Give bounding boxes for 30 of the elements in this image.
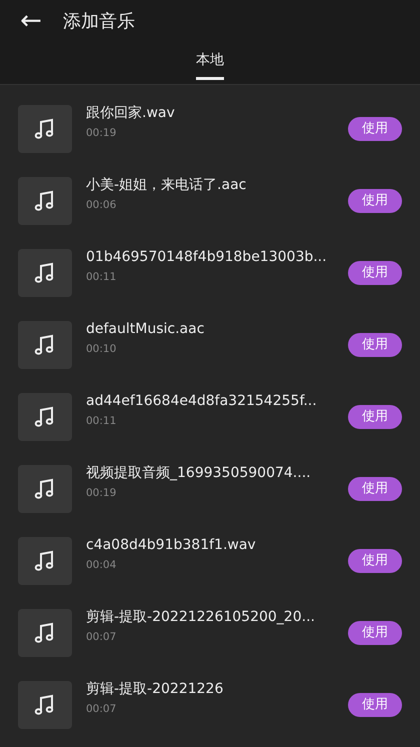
back-button[interactable]: ← — [18, 8, 44, 34]
use-button[interactable]: 使用 — [348, 189, 402, 213]
use-button[interactable]: 使用 — [348, 621, 402, 645]
track-name: 跟你回家.wav — [86, 105, 176, 122]
use-button[interactable]: 使用 — [348, 477, 402, 501]
track-name: 剪辑-提取-20221226 — [86, 681, 224, 698]
tab[interactable]: 本地 — [196, 42, 224, 80]
track-name: 01b469570148f4b918be13003b... — [86, 249, 328, 266]
track-duration: 00:11 — [86, 414, 118, 429]
track-name: 小美-姐姐，来电话了.aac — [86, 177, 248, 194]
track-duration: 00:19 — [86, 126, 118, 141]
track-name: ad44ef16684e4d8fa32154255f... — [86, 393, 318, 410]
use-button[interactable]: 使用 — [348, 261, 402, 285]
track-duration: 00:19 — [86, 486, 118, 501]
track-name: defaultMusic.aac — [86, 321, 206, 338]
use-button[interactable]: 使用 — [348, 549, 402, 573]
use-button[interactable]: 使用 — [348, 693, 402, 717]
track-name: c4a08d4b91b381f1.wav — [86, 537, 257, 554]
track-duration: 00:11 — [86, 270, 118, 285]
track-duration: 00:07 — [86, 702, 118, 717]
track-duration: 00:06 — [86, 198, 118, 213]
track-name: 剪辑-提取-20221226105200_20... — [86, 609, 316, 626]
track-duration: 00:07 — [86, 630, 118, 645]
page-title: 添加音乐 — [63, 10, 135, 34]
use-button[interactable]: 使用 — [348, 333, 402, 357]
track-name: 视频提取音频_1699350590074.... — [86, 465, 312, 482]
use-button[interactable]: 使用 — [348, 405, 402, 429]
track-duration: 00:04 — [86, 558, 118, 573]
track-duration: 00:10 — [86, 342, 118, 357]
use-button[interactable]: 使用 — [348, 117, 402, 141]
